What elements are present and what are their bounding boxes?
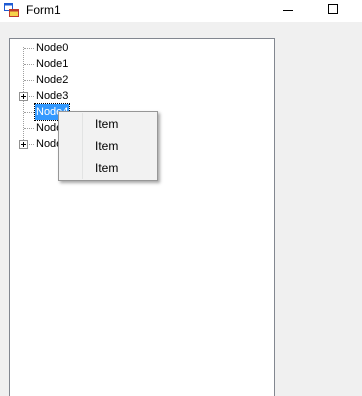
title-bar[interactable]: Form1 bbox=[0, 0, 362, 22]
tree-node-3[interactable]: Node3 bbox=[10, 88, 260, 104]
tree-node-1[interactable]: Node1 bbox=[10, 56, 260, 72]
tree-node-2[interactable]: Node2 bbox=[10, 72, 260, 88]
expand-plus-icon[interactable] bbox=[19, 140, 28, 149]
tree-node-label[interactable]: Node3 bbox=[35, 88, 69, 104]
menu-item-label: Item bbox=[95, 139, 119, 153]
tree-branch-line bbox=[24, 48, 34, 49]
form-window: Form1 Node0 Node1 Node2 Node3 Node4 Node… bbox=[0, 0, 362, 396]
form-icon bbox=[4, 3, 19, 17]
tree-node-label[interactable]: Node1 bbox=[35, 56, 69, 72]
tree-view[interactable]: Node0 Node1 Node2 Node3 Node4 Node5 Node… bbox=[9, 38, 275, 396]
expand-plus-icon[interactable] bbox=[19, 92, 28, 101]
tree-node-label[interactable]: Node2 bbox=[35, 72, 69, 88]
minimize-button[interactable] bbox=[270, 0, 306, 22]
tree-node-label[interactable]: Node0 bbox=[35, 40, 69, 56]
tree-branch-line bbox=[24, 80, 34, 81]
tree-branch-line bbox=[24, 112, 34, 113]
menu-item-label: Item bbox=[95, 161, 119, 175]
tree-branch-line bbox=[24, 64, 34, 65]
window-title: Form1 bbox=[26, 3, 61, 17]
menu-item-2[interactable]: Item bbox=[61, 135, 155, 157]
maximize-button[interactable] bbox=[315, 0, 351, 22]
tree-node-0[interactable]: Node0 bbox=[10, 40, 260, 56]
menu-item-3[interactable]: Item bbox=[61, 157, 155, 179]
menu-item-label: Item bbox=[95, 117, 119, 131]
context-menu: Item Item Item bbox=[58, 111, 158, 181]
tree-branch-line bbox=[24, 128, 34, 129]
menu-item-1[interactable]: Item bbox=[61, 113, 155, 135]
